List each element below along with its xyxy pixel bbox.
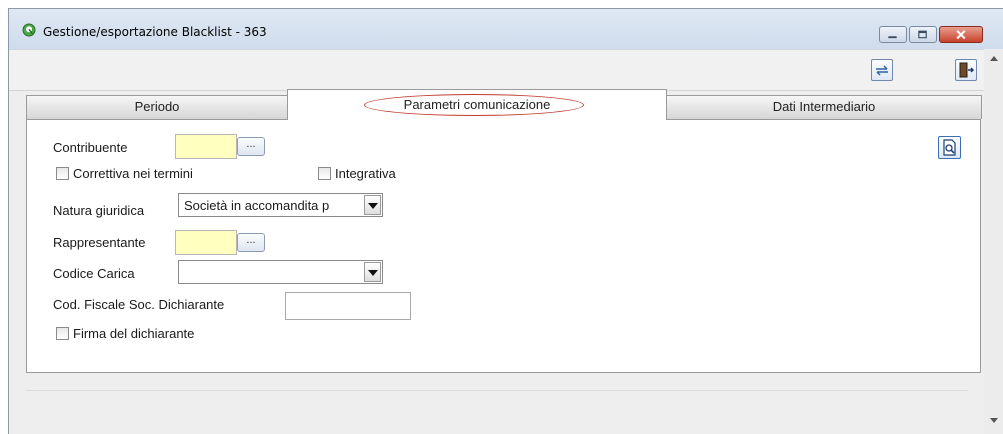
natura-giuridica-dropdown-button[interactable]: [364, 195, 381, 215]
correttiva-label: Correttiva nei termini: [73, 166, 193, 181]
cod-fiscale-label: Cod. Fiscale Soc. Dichiarante: [53, 297, 225, 312]
maximize-icon: [918, 30, 927, 39]
tab-dati-label: Dati Intermediario: [772, 99, 876, 114]
minimize-icon: [888, 36, 897, 39]
app-logo-icon: [22, 23, 36, 37]
close-window-button[interactable]: [939, 26, 983, 43]
firma-dichiarante-checkbox[interactable]: [56, 327, 69, 340]
vertical-scrollbar[interactable]: [984, 49, 1003, 434]
codice-carica-select[interactable]: [178, 260, 383, 284]
swap-arrows-icon: [876, 65, 888, 76]
toolbar: [9, 49, 1003, 91]
preview-button[interactable]: [938, 136, 961, 159]
cod-fiscale-input[interactable]: [285, 292, 411, 320]
contribuente-label: Contribuente: [53, 140, 128, 155]
contribuente-field[interactable]: [175, 134, 237, 159]
refresh-button[interactable]: [871, 59, 893, 81]
integrativa-label: Integrativa: [335, 166, 396, 181]
title-bar: Gestione/esportazione Blacklist - 363: [9, 9, 1003, 49]
natura-giuridica-value: Società in accomandita p: [184, 198, 330, 213]
tab-periodo-label: Periodo: [134, 99, 180, 114]
integrativa-checkbox[interactable]: [318, 167, 331, 180]
tab-parametri-label: Parametri comunicazione: [403, 97, 551, 112]
document-preview-icon: [943, 139, 956, 156]
maximize-button[interactable]: [909, 26, 937, 43]
tab-bar: Periodo Parametri comunicazione Dati Int…: [26, 89, 982, 120]
exit-door-icon: [959, 62, 975, 78]
minimize-button[interactable]: [879, 26, 907, 43]
app-window: Gestione/esportazione Blacklist - 363 Pe…: [8, 8, 1003, 434]
contribuente-lookup-button[interactable]: ...: [237, 137, 265, 156]
codice-carica-label: Codice Carica: [53, 266, 135, 281]
window-title: Gestione/esportazione Blacklist - 363: [43, 25, 267, 39]
firma-dichiarante-label: Firma del dichiarante: [73, 326, 195, 341]
chevron-down-icon: [368, 203, 378, 209]
rappresentante-field[interactable]: [175, 230, 237, 255]
natura-giuridica-label: Natura giuridica: [53, 203, 145, 218]
scroll-down-icon: [990, 418, 998, 423]
tab-periodo[interactable]: Periodo: [26, 95, 288, 119]
scroll-up-icon: [990, 56, 998, 61]
tab-dati-intermediario[interactable]: Dati Intermediario: [666, 95, 982, 119]
close-icon: [956, 30, 966, 40]
natura-giuridica-select[interactable]: Società in accomandita p: [178, 193, 383, 217]
chevron-down-icon: [368, 270, 378, 276]
tab-panel: Contribuente ... Correttiva nei termini …: [26, 119, 981, 373]
rappresentante-label: Rappresentante: [53, 235, 146, 250]
footer-divider: [26, 390, 968, 391]
rappresentante-lookup-button[interactable]: ...: [237, 233, 265, 252]
correttiva-checkbox[interactable]: [56, 167, 69, 180]
codice-carica-dropdown-button[interactable]: [364, 262, 381, 282]
tab-parametri-comunicazione[interactable]: Parametri comunicazione: [287, 89, 667, 120]
exit-button[interactable]: [955, 59, 977, 81]
